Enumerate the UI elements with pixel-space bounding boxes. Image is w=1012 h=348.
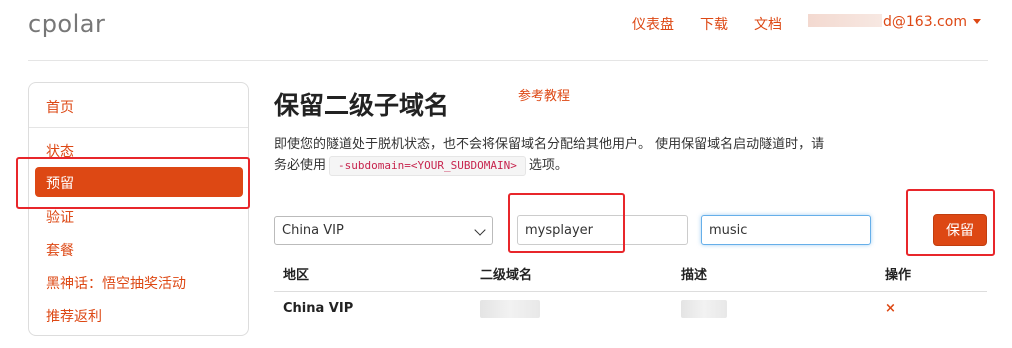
column-header-region: 地区 (283, 268, 310, 283)
column-header-description: 描述 (681, 268, 708, 283)
description-input[interactable] (701, 215, 871, 245)
region-select-value: China VIP (282, 223, 344, 238)
nav-dashboard-link[interactable]: 仪表盘 (632, 14, 674, 34)
sidebar-divider (29, 127, 248, 128)
redacted-description (681, 300, 727, 318)
tutorial-link[interactable]: 参考教程 (518, 85, 570, 104)
sidebar-item-status[interactable]: 状态 (46, 141, 74, 161)
sidebar: 首页 状态 预留 验证 套餐 黑神话：悟空抽奖活动 推荐返利 (28, 82, 249, 336)
page-description: 即使您的隧道处于脱机状态，也不会将保留域名分配给其他用户。 使用保留域名启动隧道… (274, 134, 834, 176)
sidebar-item-reserve[interactable]: 预留 (35, 167, 243, 197)
table-cell-region: China VIP (283, 301, 354, 316)
sidebar-item-label: 预留 (46, 176, 74, 192)
sidebar-item-verify[interactable]: 验证 (46, 207, 74, 227)
delete-icon[interactable]: × (885, 301, 896, 316)
user-menu[interactable]: d@163.com (808, 14, 981, 30)
save-button[interactable]: 保留 (933, 214, 987, 246)
subdomain-code-snippet: -subdomain=<YOUR_SUBDOMAIN> (329, 156, 526, 176)
sidebar-item-lottery[interactable]: 黑神话：悟空抽奖活动 (46, 273, 186, 293)
brand-logo[interactable]: cpolar (28, 10, 105, 38)
redacted-email-prefix (808, 14, 882, 27)
region-select[interactable]: China VIP (274, 216, 493, 245)
redacted-subdomain (480, 300, 540, 318)
description-text-end: 选项。 (528, 158, 568, 173)
subdomain-input[interactable] (517, 215, 688, 245)
nav-download-link[interactable]: 下载 (700, 14, 728, 34)
chevron-down-icon (474, 224, 486, 236)
sidebar-item-referral[interactable]: 推荐返利 (46, 306, 102, 326)
nav-docs-link[interactable]: 文档 (754, 14, 782, 34)
table-header-divider (274, 291, 987, 292)
chevron-down-icon (972, 19, 981, 24)
column-header-subdomain: 二级域名 (480, 268, 533, 283)
sidebar-item-plans[interactable]: 套餐 (46, 240, 74, 260)
page-title: 保留二级子域名 (274, 91, 450, 120)
header-divider (28, 60, 988, 61)
column-header-action: 操作 (885, 268, 912, 283)
user-email: d@163.com (883, 14, 967, 30)
sidebar-item-home[interactable]: 首页 (46, 97, 74, 117)
